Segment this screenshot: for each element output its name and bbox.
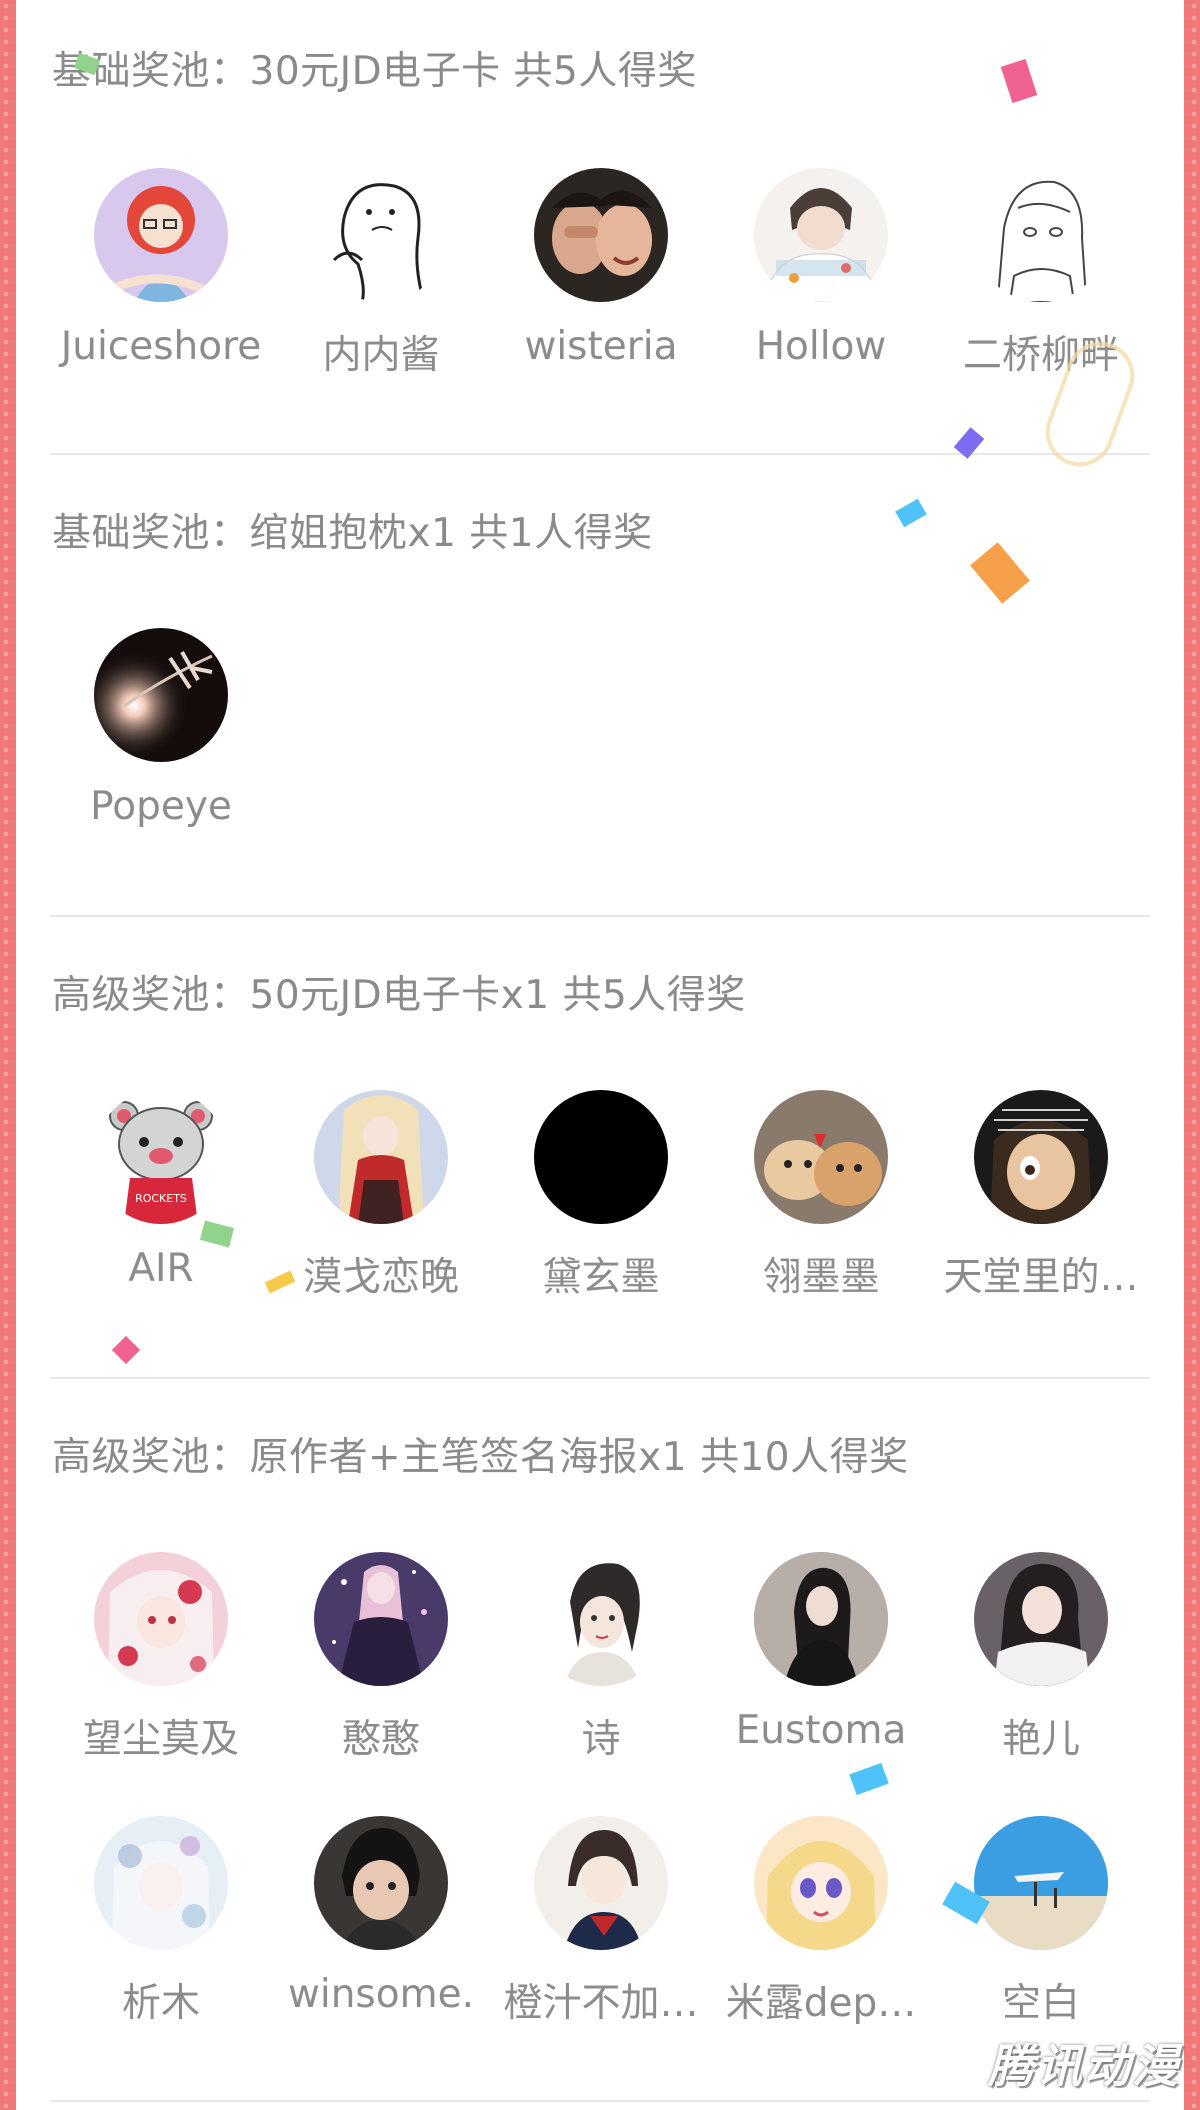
winner-name: 憨憨 [341, 1717, 420, 1762]
winner-item[interactable]: 翎墨墨 [711, 1090, 931, 1302]
avatar[interactable] [94, 1816, 228, 1950]
section-title: 高级奖池：50元JD电子卡x1 共5人得奖 [52, 973, 746, 1018]
avatar[interactable]: ROCKETS [94, 1090, 228, 1224]
winner-item[interactable]: Hollow [711, 168, 931, 369]
section-divider [50, 1377, 1150, 1379]
section-title: 基础奖池：30元JD电子卡 共5人得奖 [52, 49, 697, 94]
page-frame: 基础奖池：30元JD电子卡 共5人得奖 Juiceshore 内内酱 wiste… [0, 0, 1200, 2110]
avatar[interactable] [94, 168, 228, 302]
winner-item[interactable]: winsome. [271, 1816, 491, 2017]
winner-name: 析木 [121, 1981, 200, 2026]
winner-item[interactable]: 天堂里的… [931, 1090, 1151, 1302]
avatar[interactable] [974, 1816, 1108, 1950]
winner-name: 诗 [581, 1717, 621, 1762]
winner-name: wisteria [524, 324, 678, 369]
confetti-decoration [970, 542, 1030, 604]
winner-row: ROCKETS AIR 漠戈恋晚 黛玄墨 翎墨墨 天堂里的… [16, 1090, 1184, 1320]
winner-name: 艳儿 [1001, 1717, 1080, 1762]
section-title: 高级奖池：原作者+主笔签名海报x1 共10人得奖 [52, 1435, 909, 1480]
confetti-decoration [111, 1335, 141, 1365]
winner-name: 橙汁不加… [503, 1981, 699, 2026]
winner-name: winsome. [287, 1972, 474, 2017]
winner-item[interactable]: 望尘莫及 [51, 1552, 271, 1764]
winner-item[interactable]: 米露dep… [711, 1816, 931, 2028]
winner-name: AIR [128, 1246, 194, 1291]
winner-row: Popeye [16, 628, 1184, 858]
winner-item[interactable]: ROCKETS AIR [51, 1090, 271, 1291]
winner-name: 空白 [1001, 1981, 1080, 2026]
winner-name: 米露dep… [725, 1981, 917, 2026]
avatar[interactable] [94, 628, 228, 762]
winner-item[interactable]: 憨憨 [271, 1552, 491, 1764]
winner-name: 黛玄墨 [542, 1255, 660, 1300]
watermark-logo: 腾讯动漫 [988, 2039, 1180, 2093]
confetti-decoration [895, 498, 927, 528]
winner-item[interactable]: 橙汁不加… [491, 1816, 711, 2028]
winner-item[interactable]: 内内酱 [271, 168, 491, 380]
winner-name: 翎墨墨 [762, 1255, 880, 1300]
avatar[interactable] [974, 1090, 1108, 1224]
avatar[interactable] [974, 1552, 1108, 1686]
winner-item[interactable]: wisteria [491, 168, 711, 369]
winner-row: 析木 winsome. 橙汁不加… 米露dep… 空白 [16, 1816, 1184, 2046]
avatar[interactable] [534, 1090, 668, 1224]
avatar[interactable] [534, 1552, 668, 1686]
avatar[interactable] [314, 1552, 448, 1686]
section-divider [50, 915, 1150, 917]
winner-row: Juiceshore 内内酱 wisteria Hollow 二桥柳畔 [16, 168, 1184, 398]
avatar[interactable] [754, 1552, 888, 1686]
winner-item[interactable]: 黛玄墨 [491, 1090, 711, 1302]
avatar[interactable] [534, 168, 668, 302]
avatar[interactable] [94, 1552, 228, 1686]
avatar[interactable] [754, 168, 888, 302]
winner-name: Hollow [755, 324, 887, 369]
winner-name: 漠戈恋晚 [302, 1255, 459, 1300]
section-divider [50, 453, 1150, 455]
winner-name: 天堂里的… [943, 1255, 1139, 1300]
avatar[interactable] [314, 1816, 448, 1950]
winner-name: 内内酱 [322, 333, 440, 378]
section-divider [50, 2100, 1150, 2102]
winners-panel: 基础奖池：30元JD电子卡 共5人得奖 Juiceshore 内内酱 wiste… [16, 0, 1184, 2110]
winner-item[interactable]: Juiceshore [51, 168, 271, 369]
section-title: 基础奖池：绾姐抱枕x1 共1人得奖 [52, 511, 653, 556]
svg-text:ROCKETS: ROCKETS [135, 1192, 187, 1205]
avatar[interactable] [314, 1090, 448, 1224]
avatar[interactable] [754, 1090, 888, 1224]
avatar[interactable] [314, 168, 448, 302]
winner-item[interactable]: 艳儿 [931, 1552, 1151, 1764]
confetti-decoration [1000, 58, 1038, 104]
avatar[interactable] [754, 1816, 888, 1950]
winner-item[interactable]: 析木 [51, 1816, 271, 2028]
winner-item[interactable]: Popeye [51, 628, 271, 829]
winner-item[interactable]: 诗 [491, 1552, 711, 1764]
winner-item[interactable]: 空白 [931, 1816, 1151, 2028]
avatar[interactable] [534, 1816, 668, 1950]
winner-row: 望尘莫及 憨憨 诗 Eustoma 艳儿 [16, 1552, 1184, 1782]
winner-name: Popeye [90, 784, 232, 829]
winner-name: Eustoma [735, 1708, 907, 1753]
winner-item[interactable]: Eustoma [711, 1552, 931, 1753]
avatar[interactable] [974, 168, 1108, 302]
winner-name: 望尘莫及 [82, 1717, 239, 1762]
winner-item[interactable]: 漠戈恋晚 [271, 1090, 491, 1302]
winner-name: Juiceshore [60, 324, 262, 369]
